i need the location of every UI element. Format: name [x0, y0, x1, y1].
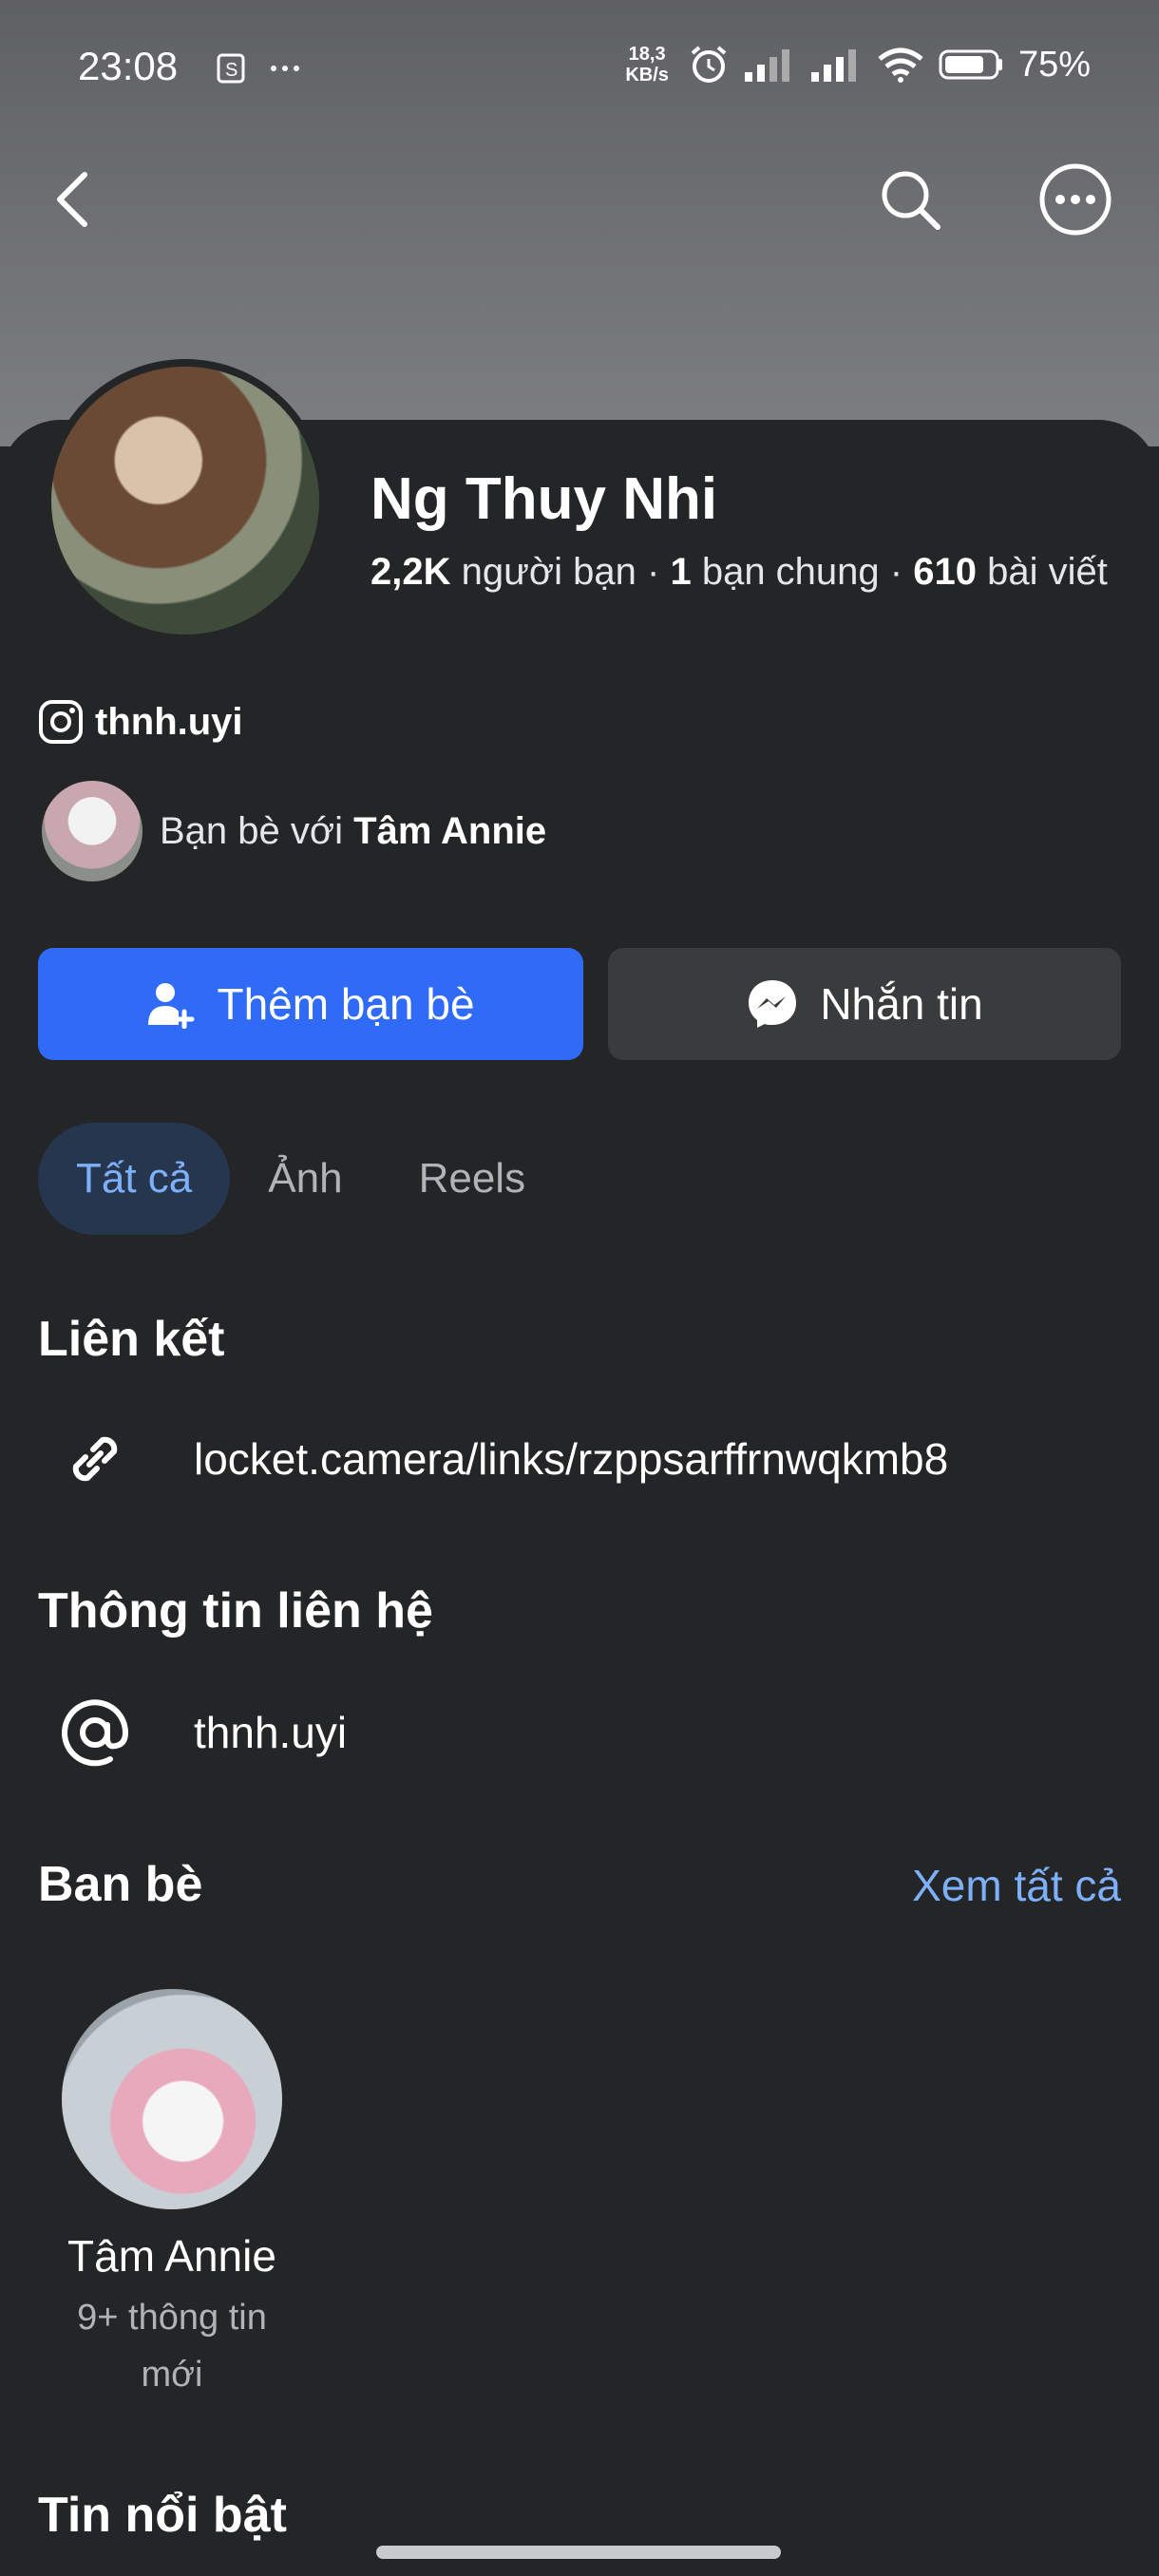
instagram-link[interactable]: thnh.uyi: [38, 699, 243, 745]
more-icon: [1039, 163, 1112, 236]
tab-photos[interactable]: Ảnh: [230, 1123, 380, 1235]
instagram-icon: [39, 700, 83, 744]
add-friend-label: Thêm bạn bè: [217, 979, 475, 1029]
friend-subtitle: 9+ thông tin mới: [77, 2298, 267, 2395]
add-friend-icon: [148, 983, 195, 1029]
add-friend-button[interactable]: Thêm bạn bè: [38, 948, 583, 1060]
mutual-label[interactable]: bạn chung: [702, 551, 880, 593]
battery-percent: 75%: [1017, 44, 1091, 85]
message-button[interactable]: Nhắn tin: [608, 948, 1121, 1060]
contact-title: Thông tin liên hệ: [38, 1583, 433, 1638]
alarm-icon: [691, 46, 727, 83]
at-sign-icon: [62, 1699, 129, 1767]
links-title: Liên kết: [38, 1312, 225, 1367]
signal-icon: [744, 49, 789, 82]
back-arrow-icon: [57, 172, 87, 227]
link-row[interactable]: locket.camera/links/rzppsarffrnwqkmb8: [57, 1421, 948, 1497]
messenger-icon: [749, 980, 797, 1028]
search-icon: [882, 171, 940, 230]
profile-stats: 2,2K người bạn · 1 bạn chung · 610 bài v…: [370, 551, 1108, 594]
stats-separator-2: ·: [889, 551, 903, 593]
profile-tabs: Tất cả Ảnh Reels: [38, 1123, 563, 1235]
link-url[interactable]: locket.camera/links/rzppsarffrnwqkmb8: [194, 1433, 948, 1485]
posts-count: 610: [913, 551, 977, 593]
mutual-friend-avatar: [42, 781, 142, 881]
highlights-title: Tin nổi bật: [38, 2488, 287, 2543]
status-right: 18,3 KB/s 75%: [625, 44, 1091, 85]
tab-reels[interactable]: Reels: [381, 1123, 564, 1235]
friends-label[interactable]: người bạn: [462, 551, 636, 593]
net-speed: 18,3 KB/s: [625, 44, 669, 85]
mutual-count[interactable]: 1: [670, 551, 691, 593]
friends-title: Ban bè: [38, 1857, 203, 1912]
more-options-button[interactable]: [1037, 161, 1113, 237]
friend-avatar: [62, 1989, 282, 2209]
notification-icons: S: [217, 49, 321, 96]
tab-all[interactable]: Tất cả: [38, 1123, 231, 1235]
mutual-name: Tâm Annie: [353, 809, 547, 852]
signal-icon-2: [810, 49, 856, 82]
avatar-image: [51, 367, 319, 635]
friend-card[interactable]: Tâm Annie 9+ thông tin mới: [38, 1989, 306, 2403]
message-label: Nhắn tin: [820, 979, 983, 1029]
status-time: 23:08: [78, 44, 179, 88]
instagram-handle: thnh.uyi: [95, 700, 243, 743]
posts-label: bài viết: [987, 551, 1108, 593]
link-icon: [72, 1436, 118, 1482]
stats-separator: ·: [647, 551, 660, 593]
wifi-icon: [878, 47, 923, 83]
svg-text:S: S: [225, 60, 238, 81]
status-bar: 23:08 S 18,3 KB/s 75%: [0, 0, 1159, 133]
mutual-friend-row[interactable]: Bạn bè với Tâm Annie: [42, 781, 546, 881]
home-indicator[interactable]: [376, 2546, 781, 2559]
contact-handle: thnh.uyi: [194, 1708, 348, 1757]
profile-name: Ng Thuy Nhi: [370, 466, 718, 532]
friends-count[interactable]: 2,2K: [370, 551, 451, 593]
contact-row[interactable]: thnh.uyi: [57, 1695, 347, 1771]
mutual-prefix: Bạn bè với: [160, 809, 344, 852]
battery-icon: [939, 49, 1002, 80]
profile-avatar[interactable]: [44, 359, 327, 642]
see-all-friends-link[interactable]: Xem tất cả: [912, 1860, 1121, 1911]
friend-name: Tâm Annie: [67, 2231, 276, 2281]
back-button[interactable]: [34, 161, 110, 237]
search-button[interactable]: [872, 161, 948, 237]
